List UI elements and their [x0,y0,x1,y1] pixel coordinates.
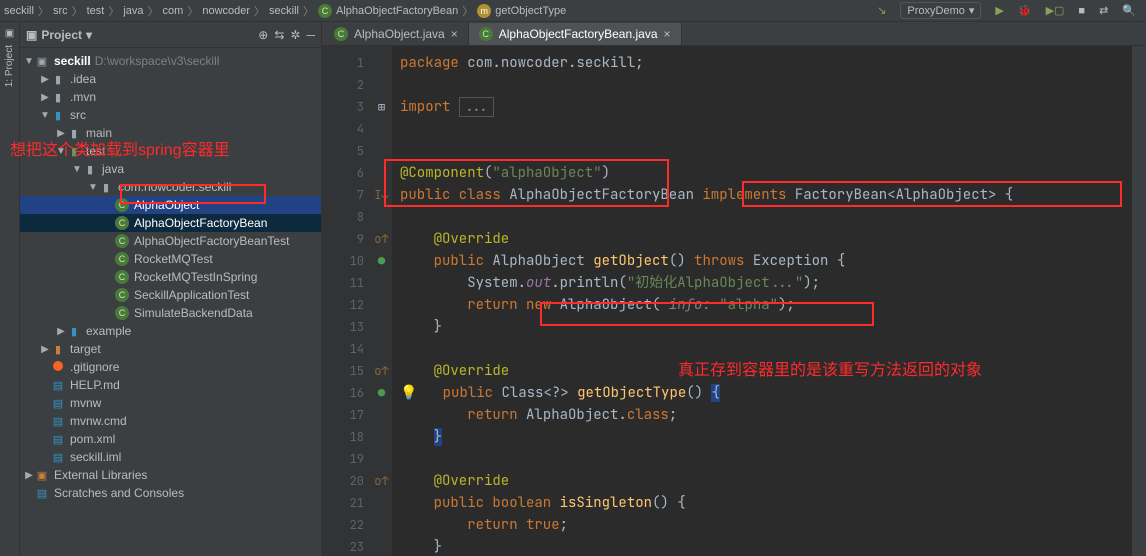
run-icon[interactable]: ▶ [995,4,1003,17]
tree-item[interactable]: .gitignore [20,358,321,376]
tree-item[interactable]: ▶▮main [20,124,321,142]
tree-item[interactable]: ▶▮target [20,340,321,358]
tree-item[interactable]: CRocketMQTest [20,250,321,268]
tree-item[interactable]: ▼▮java [20,160,321,178]
left-tool-strip[interactable]: ▣ 1: Project [0,22,20,556]
tree-item[interactable]: ▶▮.idea [20,70,321,88]
select-opened-file-icon[interactable]: ⊕ [258,28,268,42]
tree-item[interactable]: CAlphaObject [20,196,321,214]
toolbar-actions: ↘ ProxyDemo ▾ ▶ 🐞 ▶▢ ■ ⇄ 🔍 [877,2,1142,19]
scratches[interactable]: ▤ Scratches and Consoles [20,484,321,502]
chevron-down-icon: ▾ [969,4,975,17]
external-libraries[interactable]: ▶▣ External Libraries [20,466,321,484]
tree-item[interactable]: CRocketMQTestInSpring [20,268,321,286]
project-panel: ▣ Project ▾ ⊕ ⇆ ✲ ─ ▼▣ seckill D:\worksp… [20,22,322,556]
coverage-icon[interactable]: ▶▢ [1046,4,1065,17]
close-icon[interactable]: × [451,27,458,41]
tab-alphaobject[interactable]: C AlphaObject.java × [324,23,469,45]
top-bar: seckill〉 src〉 test〉 java〉 com〉 nowcoder〉… [0,0,1146,22]
code-area[interactable]: package com.nowcoder.seckill; import ...… [392,46,1132,556]
run-config-label: ProxyDemo [907,5,964,17]
expand-all-icon[interactable]: ⇆ [274,28,284,42]
tree-item[interactable]: ▤mvnw.cmd [20,412,321,430]
tree-root[interactable]: ▼▣ seckill D:\workspace\v3\seckill [20,52,321,70]
tree-item[interactable]: CAlphaObjectFactoryBean [20,214,321,232]
project-panel-header: ▣ Project ▾ ⊕ ⇆ ✲ ─ [20,22,321,48]
breadcrumb[interactable]: seckill〉 src〉 test〉 java〉 com〉 nowcoder〉… [4,3,877,19]
chevron-down-icon: ▾ [86,28,92,42]
stop-icon[interactable]: ■ [1078,5,1085,17]
tree-item[interactable]: ▶▮example [20,322,321,340]
project-toolwindow-label[interactable]: 1: Project [4,45,15,87]
tree-item[interactable]: ▤mvnw [20,394,321,412]
editor: C AlphaObject.java × C AlphaObjectFactor… [322,22,1146,556]
search-icon[interactable]: 🔍 [1122,4,1136,17]
tree-item[interactable]: CSimulateBackendData [20,304,321,322]
project-panel-title[interactable]: ▣ Project ▾ [26,28,92,42]
project-toolwindow-icon[interactable]: ▣ [5,28,14,39]
hide-icon[interactable]: ─ [306,28,315,42]
line-numbers: 1234567891011121314151617181920212223 [322,46,372,556]
tree-item[interactable]: ▤pom.xml [20,430,321,448]
close-icon[interactable]: × [664,27,671,41]
tree-item[interactable]: ▤seckill.iml [20,448,321,466]
run-config-dropdown[interactable]: ProxyDemo ▾ [900,2,981,19]
tree-item[interactable]: ▼▮test [20,142,321,160]
project-tree[interactable]: ▼▣ seckill D:\workspace\v3\seckill ▶▮.id… [20,48,321,556]
settings-icon[interactable]: ✲ [290,28,300,42]
tree-item[interactable]: ▼▮com.nowcoder.seckill [20,178,321,196]
gutter-icons[interactable]: ⊞ I↓ o↑● o↑● o↑ [372,46,392,556]
tree-item[interactable]: CSeckillApplicationTest [20,286,321,304]
build-icon[interactable]: ↘ [877,4,886,17]
folder-icon: ▣ [26,28,37,42]
editor-tabs: C AlphaObject.java × C AlphaObjectFactor… [322,22,1146,46]
tree-item[interactable]: CAlphaObjectFactoryBeanTest [20,232,321,250]
scrollbar[interactable] [1132,46,1146,556]
debug-icon[interactable]: 🐞 [1018,4,1032,17]
tab-factorybean[interactable]: C AlphaObjectFactoryBean.java × [469,23,682,45]
git-icon[interactable]: ⇄ [1099,4,1108,17]
tree-item[interactable]: ▶▮.mvn [20,88,321,106]
tree-item[interactable]: ▤HELP.md [20,376,321,394]
tree-item[interactable]: ▼▮src [20,106,321,124]
